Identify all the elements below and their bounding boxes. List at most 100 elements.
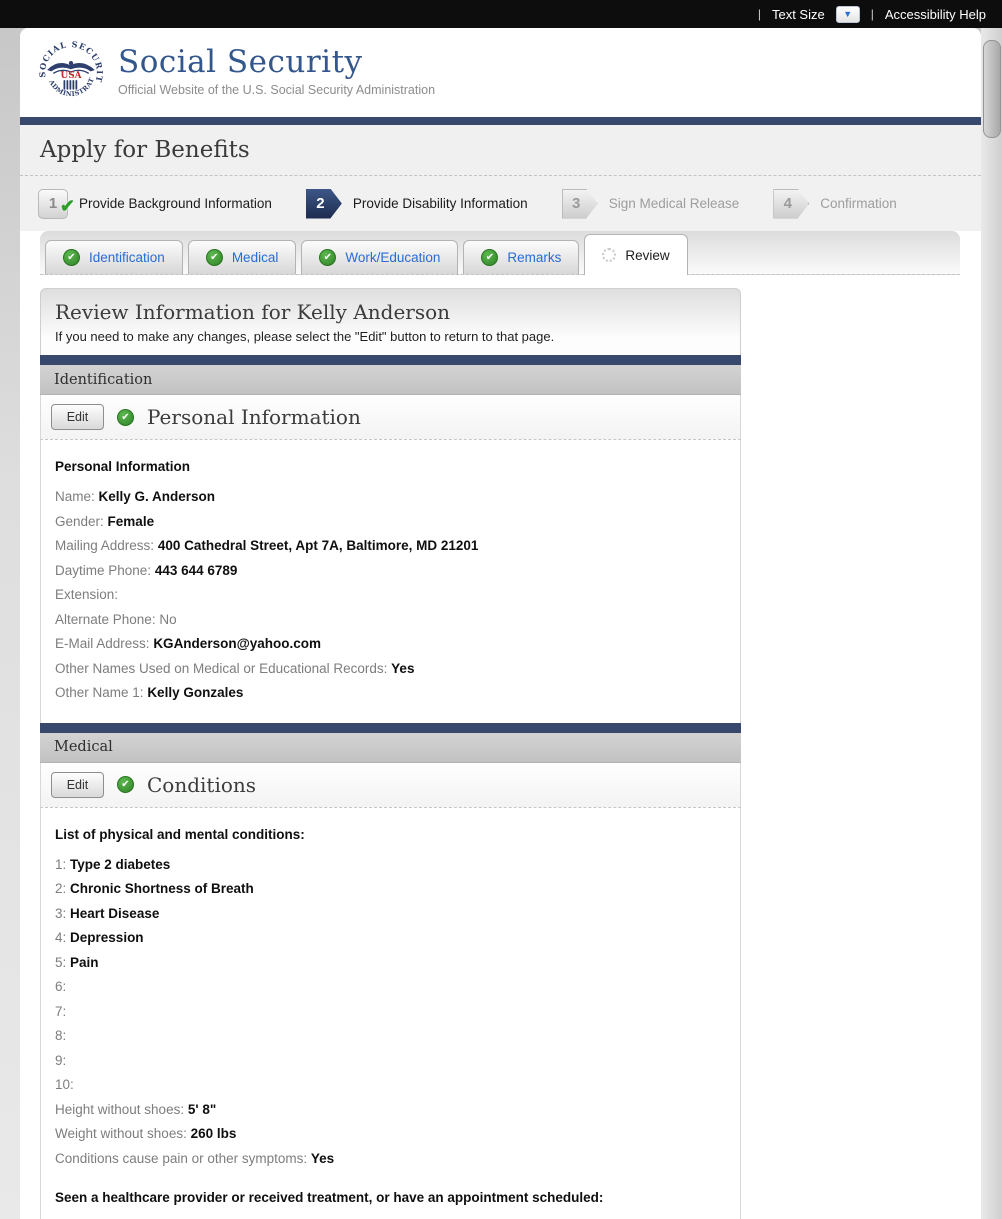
identification-section-body: Personal Information Name: Kelly G. Ande… [40, 440, 741, 723]
page-title: Apply for Benefits [40, 137, 250, 163]
field-value: Yes [391, 660, 415, 676]
field-value: 400 Cathedral Street, Apt 7A, Baltimore,… [157, 538, 479, 553]
section-heading: Personal Information [147, 405, 361, 429]
page-title-band: Apply for Benefits [20, 125, 981, 176]
conditions-list-header: List of physical and mental conditions: [55, 826, 305, 842]
field-row: Daytime Phone: 443 644 6789 [55, 562, 726, 578]
top-utility-bar: | Text Size ▼ | Accessibility Help [0, 0, 1002, 28]
provider-header: Seen a healthcare provider or received t… [55, 1190, 604, 1205]
review-subtitle: If you need to make any changes, please … [55, 329, 555, 344]
condition-row: 3: Heart Disease [55, 905, 726, 921]
scrollbar-track[interactable] [981, 28, 1002, 1219]
field-value: 5' 8" [187, 1101, 217, 1117]
tab-work-education[interactable]: ✔ Work/Education [301, 240, 459, 274]
edit-identification-button[interactable]: Edit [51, 404, 104, 430]
field-row: E-Mail Address: KGAnderson@yahoo.com [55, 637, 726, 651]
text-size-dropdown-button[interactable]: ▼ [835, 5, 860, 23]
condition-row: 6: [55, 980, 726, 994]
tab-strip: ✔ Identification ✔ Medical ✔ Work/Educat… [40, 231, 960, 275]
check-icon: ✔ [63, 249, 80, 266]
check-icon: ✔ [59, 195, 75, 216]
site-title: Social Security [118, 44, 363, 80]
field-label: Weight without shoes: [55, 1126, 187, 1141]
field-row: Mailing Address: 400 Cathedral Street, A… [55, 539, 726, 553]
identification-section-heading: Edit ✔ Personal Information [40, 395, 741, 440]
condition-number: 7: [55, 1003, 67, 1019]
step-label: Confirmation [820, 196, 897, 211]
tab-label: Remarks [507, 250, 562, 265]
condition-row: 2: Chronic Shortness of Breath [55, 882, 726, 896]
field-value: 260 lbs [190, 1126, 237, 1141]
accessibility-help-link[interactable]: Accessibility Help [885, 7, 986, 22]
text-size-label: Text Size [771, 6, 825, 22]
section-divider-bar [40, 722, 741, 733]
field-label: Mailing Address: [55, 538, 155, 553]
condition-row: 1: Type 2 diabetes [55, 856, 726, 872]
field-value: Kelly G. Anderson [98, 489, 216, 504]
field-value: KGAnderson@yahoo.com [153, 636, 321, 651]
check-icon: ✔ [117, 408, 134, 426]
condition-number: 1: [55, 856, 67, 872]
field-label: Height without shoes: [55, 1101, 185, 1117]
scrollbar-thumb[interactable] [983, 40, 1001, 138]
tab-label: Identification [89, 250, 165, 265]
svg-text:USA: USA [61, 71, 82, 81]
edit-medical-button[interactable]: Edit [51, 771, 104, 798]
field-label: Extension: [55, 587, 119, 602]
condition-row: 10: [55, 1078, 726, 1092]
section-divider-bar [40, 355, 741, 365]
field-label: Other Name 1: [55, 685, 144, 700]
field-value: Yes [310, 1150, 335, 1166]
medical-section-heading: Edit ✔ Conditions [40, 762, 741, 808]
condition-row: 7: [55, 1003, 726, 1019]
condition-number: 3: [55, 905, 67, 921]
condition-number: 8: [55, 1028, 67, 1043]
field-label: Conditions cause pain or other symptoms: [55, 1150, 308, 1166]
tab-label: Medical [231, 250, 279, 265]
step-1-badge: 1 ✔ [38, 188, 75, 219]
check-icon: ✔ [117, 776, 134, 793]
main-content: Review Information for Kelly Anderson If… [20, 275, 981, 1219]
tab-label: Review [625, 247, 670, 263]
step-2-badge: 2 [305, 188, 342, 219]
tab-remarks[interactable]: ✔ Remarks [463, 240, 580, 274]
tab-identification[interactable]: ✔ Identification [45, 240, 183, 274]
step-2-provide-disability: 2 Provide Disability Information [305, 188, 528, 219]
site-header: SOCIAL SECURITY ADMINISTRATION USA Socia… [20, 28, 981, 117]
condition-number: 10: [55, 1077, 74, 1092]
condition-value: Pain [70, 954, 99, 970]
step-1-provide-background: 1 ✔ Provide Background Information [38, 188, 272, 219]
step-label: Provide Background Information [79, 196, 272, 211]
field-row: Weight without shoes: 260 lbs [55, 1127, 726, 1141]
medical-section-bar: Medical [40, 732, 741, 763]
field-label: E-Mail Address: [55, 636, 150, 651]
tab-review[interactable]: Review [584, 234, 688, 275]
field-label: Gender: [55, 513, 104, 529]
field-row: Gender: Female [55, 513, 726, 529]
field-label: Daytime Phone: [55, 562, 152, 578]
condition-number: 2: [55, 881, 67, 896]
field-row: Extension: [55, 588, 726, 602]
step-4-badge: 4 [773, 188, 810, 219]
field-row: Name: Kelly G. Anderson [55, 490, 726, 504]
review-title: Review Information for Kelly Anderson [55, 300, 451, 324]
site-subtitle: Official Website of the U.S. Social Secu… [118, 83, 436, 97]
field-row: Height without shoes: 5' 8" [55, 1101, 726, 1117]
field-row: Conditions cause pain or other symptoms:… [55, 1150, 726, 1166]
condition-value: Type 2 diabetes [70, 856, 171, 872]
step-3-badge: 3 [561, 188, 598, 219]
check-icon: ✔ [481, 249, 499, 266]
field-row: Other Name 1: Kelly Gonzales [55, 686, 726, 700]
tab-medical[interactable]: ✔ Medical [187, 240, 297, 274]
condition-value: Chronic Shortness of Breath [70, 881, 254, 896]
condition-number: 6: [55, 979, 67, 994]
step-4-confirmation: 4 Confirmation [773, 188, 897, 219]
condition-value: Depression [70, 930, 144, 945]
separator: | [870, 7, 874, 21]
step-label: Sign Medical Release [608, 196, 740, 211]
condition-number: 4: [55, 930, 67, 945]
field-value: Female [107, 513, 155, 529]
identification-section-bar: Identification [40, 365, 741, 395]
tab-label: Work/Education [345, 250, 441, 265]
field-value: 443 644 6789 [154, 562, 238, 578]
